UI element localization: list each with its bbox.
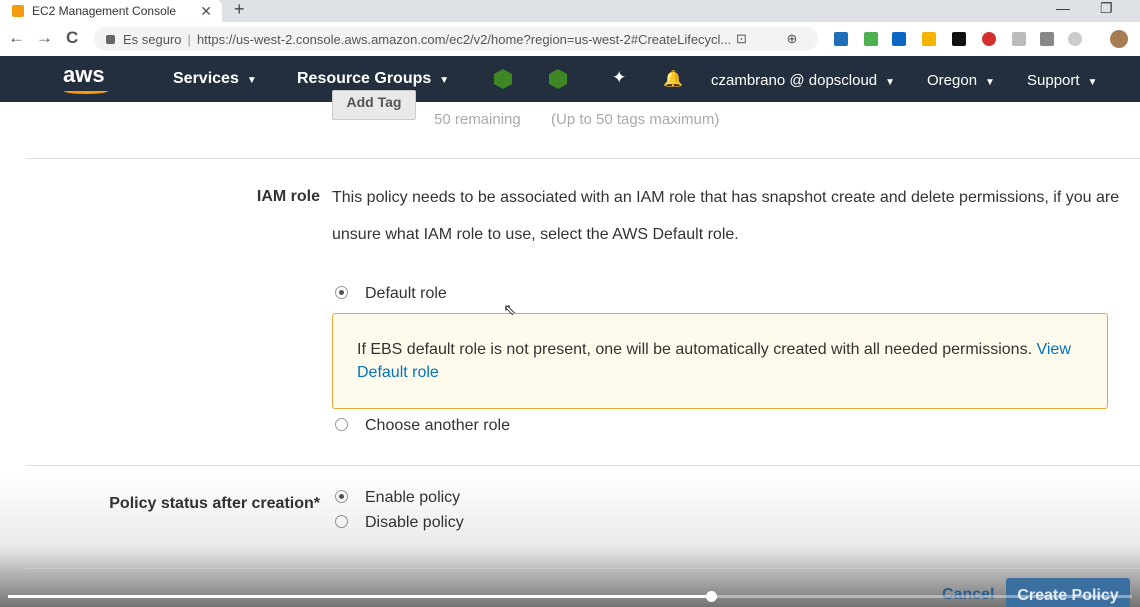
browser-toolbar: ← → C Es seguro | https://us-west-2.cons… — [0, 22, 1140, 56]
enable-policy-label[interactable]: Enable policy — [365, 489, 460, 507]
profile-avatar[interactable] — [1110, 30, 1128, 48]
minimize-icon[interactable]: — — [1056, 0, 1070, 16]
security-text: Es seguro — [123, 31, 182, 47]
chevron-down-icon: ▼ — [985, 77, 995, 88]
account-label: czambrano @ dopscloud — [711, 72, 878, 89]
services-menu[interactable]: Services ▼ — [173, 70, 257, 88]
browser-tab[interactable]: EC2 Management Console ✕ — [0, 0, 222, 22]
policy-status-label: Policy status after creation* — [109, 495, 320, 512]
create-lifecycle-policy-form: Add Tag 50 remaining (Up to 50 tags maxi… — [0, 90, 1140, 607]
notice-text: If EBS default role is not present, one … — [357, 341, 1033, 358]
services-label: Services — [173, 70, 239, 87]
restore-icon[interactable]: ❐ — [1100, 0, 1113, 17]
back-icon[interactable]: ← — [8, 28, 25, 48]
extension-icon[interactable] — [834, 32, 848, 46]
mouse-cursor-icon: ⇖ — [503, 302, 517, 319]
default-role-notice: If EBS default role is not present, one … — [332, 313, 1108, 409]
tab-title: EC2 Management Console — [32, 4, 177, 18]
disable-policy-label[interactable]: Disable policy — [365, 514, 464, 532]
tags-remaining: 50 remaining — [434, 111, 521, 128]
default-role-radio[interactable] — [335, 286, 348, 299]
resource-groups-label: Resource Groups — [297, 70, 432, 87]
create-policy-button[interactable]: Create Policy — [1006, 578, 1130, 607]
aws-favicon-icon — [12, 5, 24, 17]
pin-icon[interactable]: ✦ — [612, 68, 626, 88]
lock-icon — [106, 34, 115, 44]
default-role-label[interactable]: Default role — [365, 285, 447, 303]
extension-icon[interactable] — [1012, 32, 1026, 46]
disable-policy-radio[interactable] — [335, 515, 348, 528]
service-shortcut-icon[interactable] — [549, 69, 567, 89]
chevron-down-icon: ▼ — [1087, 77, 1098, 88]
iam-role-description: This policy needs to be associated with … — [332, 189, 1120, 243]
chevron-down-icon: ▼ — [439, 75, 450, 86]
extension-icon[interactable] — [1068, 32, 1082, 46]
tab-close-icon[interactable]: ✕ — [200, 3, 212, 20]
tags-limit-note: (Up to 50 tags maximum) — [551, 111, 720, 128]
chevron-down-icon: ▼ — [246, 75, 257, 86]
iam-role-label: IAM role — [256, 188, 320, 205]
drive-icon[interactable] — [922, 32, 936, 46]
enable-policy-radio[interactable] — [335, 490, 348, 503]
aws-logo[interactable]: aws — [63, 62, 105, 88]
reload-icon[interactable]: C — [66, 28, 78, 48]
bell-icon[interactable]: 🔔 — [663, 69, 683, 89]
section-divider — [26, 158, 1140, 159]
region-menu[interactable]: Oregon ▼ — [927, 72, 995, 89]
address-bar[interactable]: Es seguro | https://us-west-2.console.aw… — [94, 27, 818, 51]
url-text: https://us-west-2.console.aws.amazon.com… — [196, 31, 732, 47]
region-label: Oregon — [927, 72, 978, 89]
account-menu[interactable]: czambrano @ dopscloud ▼ — [711, 72, 895, 89]
footer-divider — [26, 568, 1140, 569]
chevron-down-icon: ▼ — [885, 77, 896, 88]
video-progress-handle[interactable] — [706, 591, 717, 602]
browser-tab-strip: EC2 Management Console ✕ + — ❐ — [0, 0, 1140, 22]
support-label: Support — [1027, 72, 1080, 89]
address-separator: | — [187, 31, 191, 47]
opera-icon[interactable] — [982, 32, 996, 46]
resource-groups-menu[interactable]: Resource Groups ▼ — [297, 70, 449, 88]
extension-icon[interactable] — [1040, 32, 1054, 46]
aws-nav-bar: aws Services ▼ Resource Groups ▼ ✦ 🔔 czamb… — [0, 56, 1140, 102]
extension-icon[interactable] — [864, 32, 878, 46]
section-divider — [26, 465, 1140, 466]
add-tag-button[interactable]: Add Tag — [332, 90, 416, 120]
video-progress-fill — [8, 595, 711, 598]
aws-smile-icon — [64, 88, 108, 94]
forward-icon[interactable]: → — [36, 28, 53, 48]
choose-another-role-label[interactable]: Choose another role — [365, 417, 510, 435]
service-shortcut-icon[interactable] — [494, 69, 512, 89]
new-tab-icon[interactable]: + — [234, 0, 245, 18]
amazon-icon[interactable] — [952, 32, 966, 46]
support-menu[interactable]: Support ▼ — [1027, 72, 1097, 89]
linkedin-icon[interactable] — [892, 32, 906, 46]
choose-another-role-radio[interactable] — [335, 418, 348, 431]
